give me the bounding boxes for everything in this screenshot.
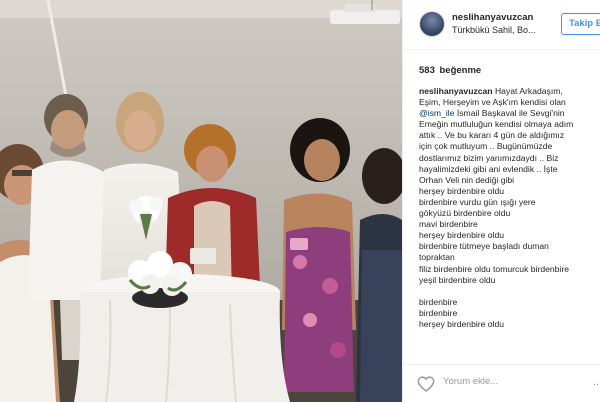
caption-line: herşey birdenbire oldu [419, 185, 505, 196]
likes-count[interactable]: 583 beğenme [419, 65, 481, 76]
caption-line: birdenbire tütmeye başladı duman [419, 241, 549, 252]
caption-line: için çok mutluyum .. Bugünümüzde [419, 141, 553, 152]
caption-line: filiz birdenbire oldu tomurcuk birdenbir… [419, 263, 569, 274]
header-username[interactable]: neslihanyavuzcan [452, 12, 533, 23]
caption-line: Eşim, Herşeyim ve Aşk'ım kendisi olan [419, 97, 566, 108]
avatar[interactable] [419, 11, 445, 37]
guest-floral-dress [282, 118, 356, 392]
post-header: neslihanyavuzcan Türkbükü Sahil, Bo... T… [403, 0, 600, 50]
caption-line: Orhan Veli nin dediği gibi [419, 174, 515, 185]
follow-button[interactable]: Takip Et [561, 13, 600, 35]
location-link[interactable]: Türkbükü Sahil, Bo... [452, 25, 536, 35]
more-options-icon[interactable]: ... [593, 376, 600, 388]
caption-line: yeşil birdenbire oldu [419, 274, 496, 285]
caption-line: birdenbire [419, 296, 458, 307]
caption-line: herşey birdenbire oldu [419, 318, 505, 329]
caption-line: topraktan [419, 252, 455, 263]
caption-username[interactable]: neslihanyavuzcan [419, 86, 493, 96]
post-caption: neslihanyavuzcan Hayat Arkadaşım, Eşim, … [419, 86, 599, 364]
likes-number: 583 [419, 65, 435, 76]
caption-line: Hayat Arkadaşım, [494, 86, 563, 96]
comment-input[interactable]: Yorum ekle... [443, 376, 498, 387]
caption-line: gökyüzü birdenbire oldu [419, 208, 511, 219]
caption-line: attık .. Ve bu kararı 4 gün de aldığımız [419, 130, 565, 141]
caption-mention[interactable]: @ism_ile [419, 108, 454, 118]
heart-icon[interactable] [417, 376, 435, 392]
caption-line: birdenbire vurdu gün ışığı yere [419, 196, 536, 207]
post-photo[interactable] [0, 0, 402, 402]
caption-line: mavi birdenbire [419, 219, 478, 230]
caption-line: herşey birdenbire oldu [419, 230, 505, 241]
ceremony-book [190, 248, 216, 264]
post-details-panel: neslihanyavuzcan Türkbükü Sahil, Bo... T… [402, 0, 600, 402]
comment-bar: Yorum ekle... ... [403, 364, 600, 402]
caption-line: Emeğin mutluluğun kendisi olmaya adım [419, 119, 574, 130]
caption-line [419, 286, 599, 297]
wedding-photo-illustration [0, 0, 402, 402]
caption-line: hayalimizdeki gibi ani evlendik .. İşte [419, 163, 558, 174]
caption-line: birdenbire [419, 307, 458, 318]
caption-line: dostlarımız bizim yanımızdaydı .. Biz [419, 152, 559, 163]
caption-line: İsmail Başkaval ile Sevgi'nin [456, 108, 565, 119]
likes-label: beğenme [439, 65, 482, 76]
